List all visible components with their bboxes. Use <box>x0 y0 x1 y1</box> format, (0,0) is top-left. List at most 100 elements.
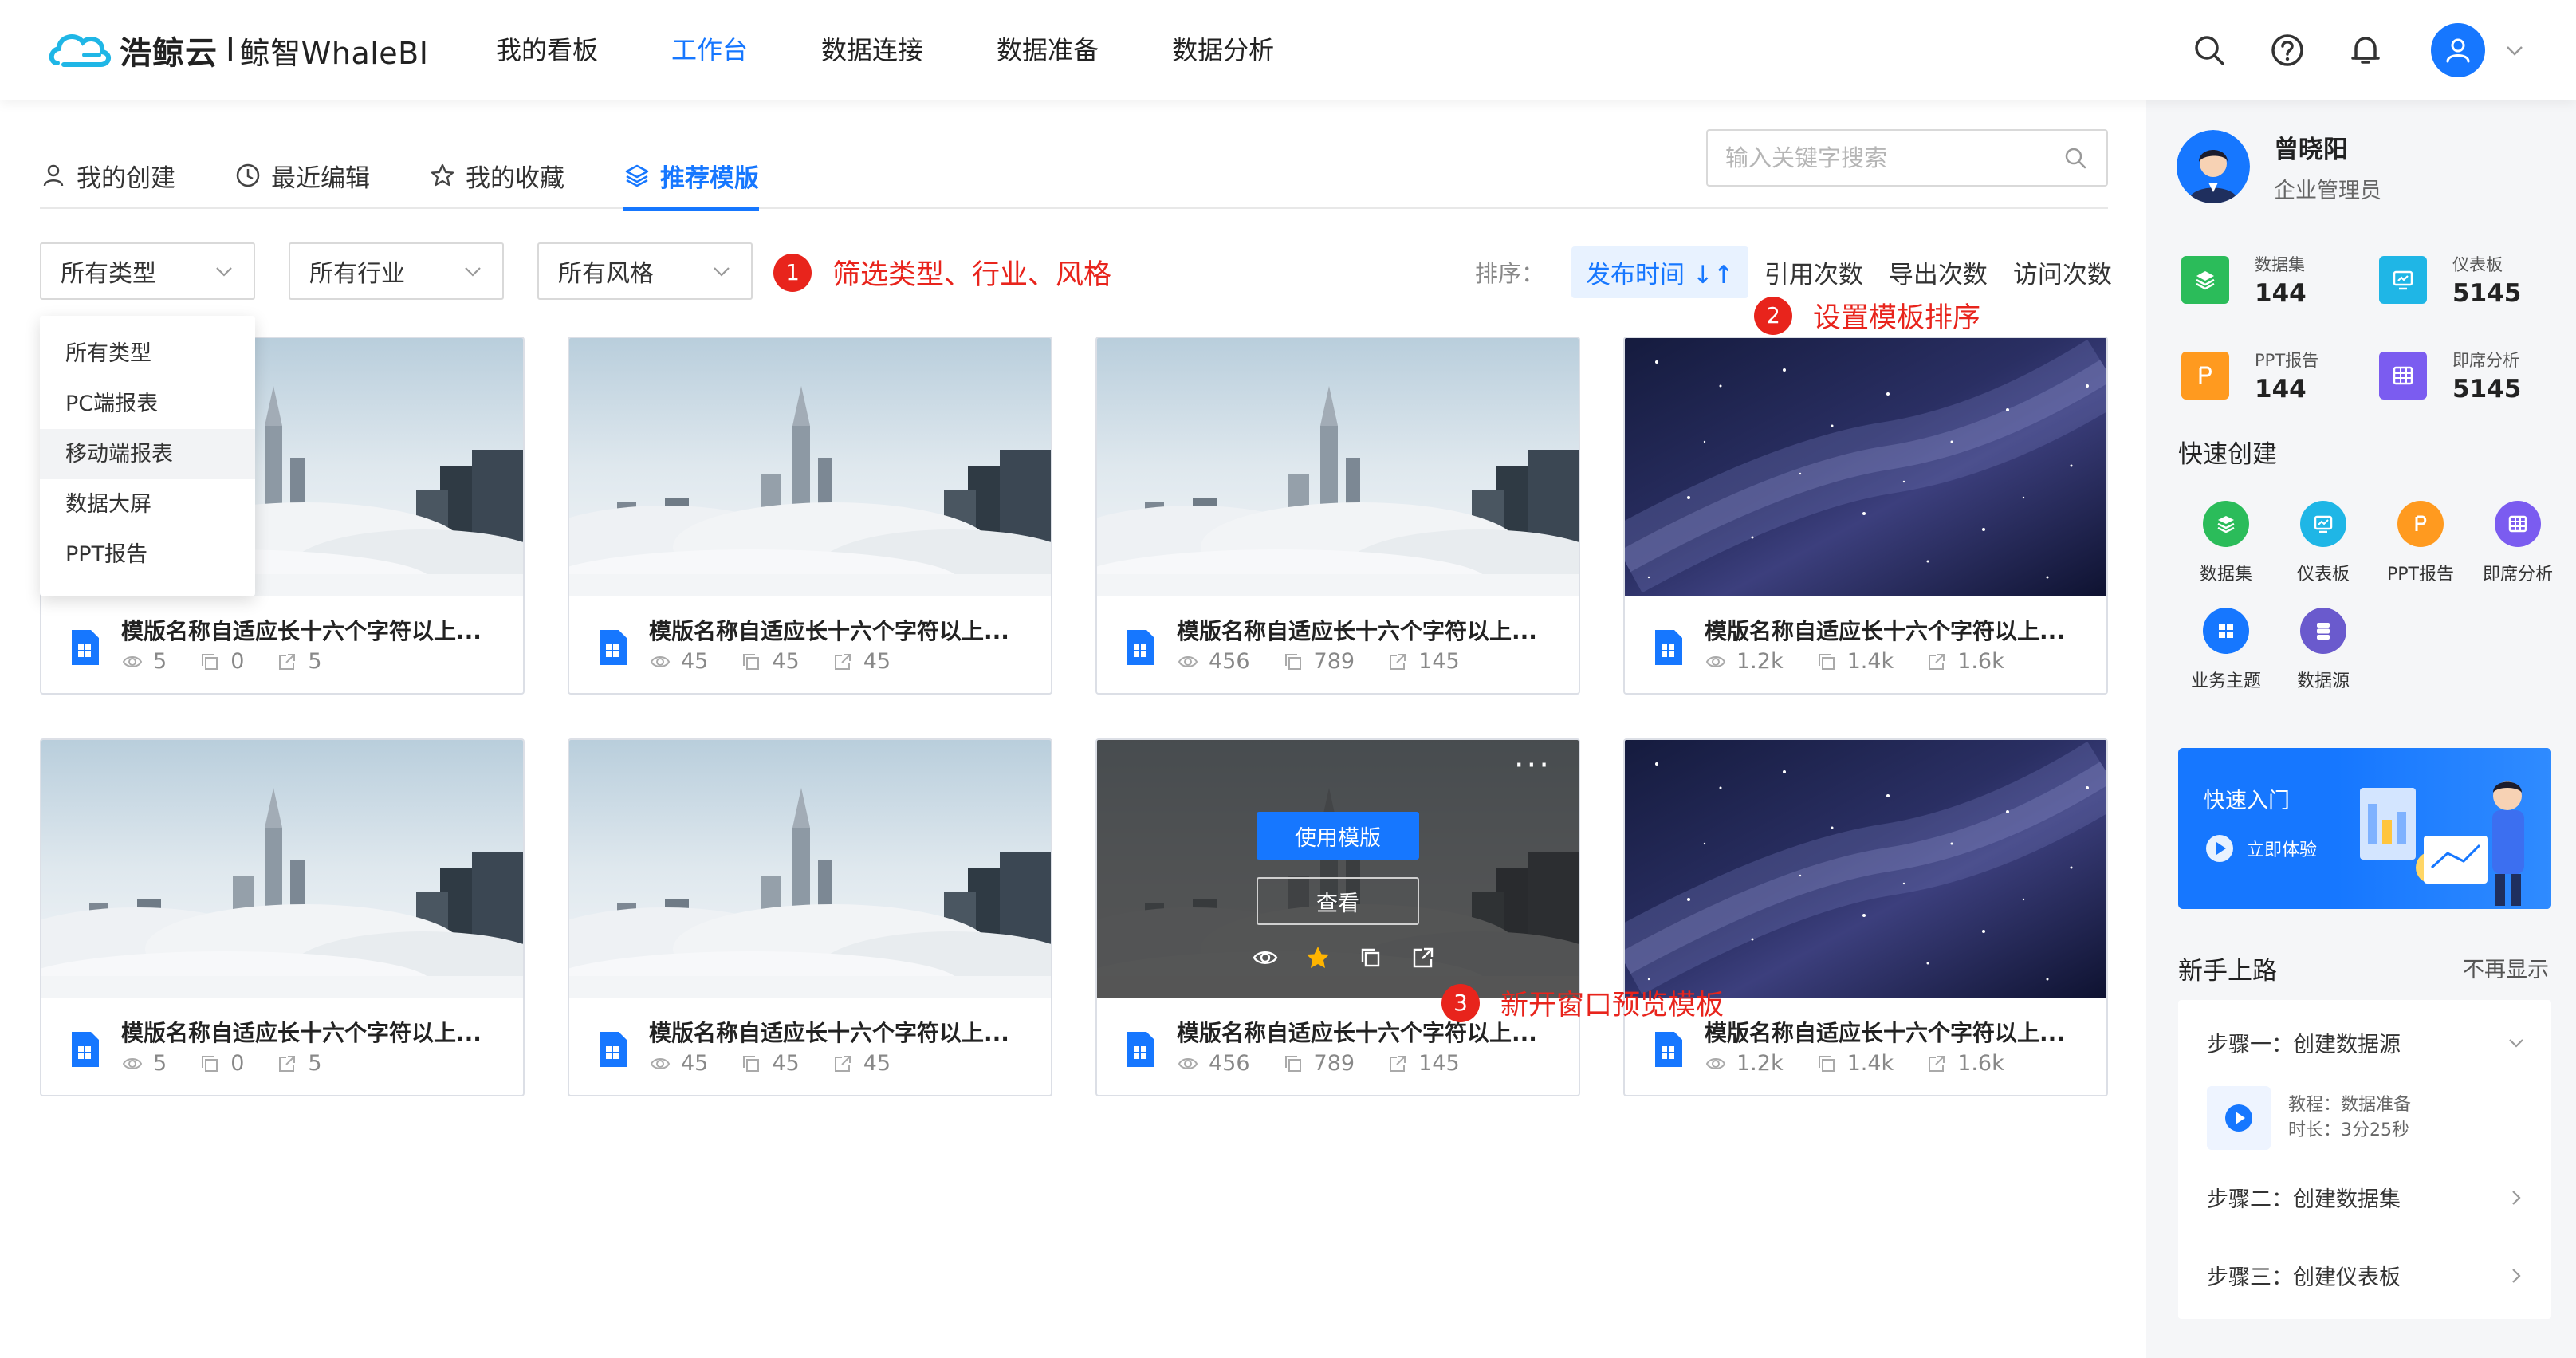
template-title[interactable]: 模版名称自适应长十六个字符以上... <box>1705 614 2065 646</box>
stat-ppt[interactable]: PPT报告 144 <box>2181 340 2365 411</box>
share-icon[interactable] <box>1410 944 1437 971</box>
quick-create-dashboard[interactable]: 仪表板 <box>2275 501 2371 596</box>
help-icon[interactable] <box>2268 31 2307 69</box>
view-template-button[interactable]: 查看 <box>1257 877 1419 925</box>
dropdown-option-bigscreen[interactable]: 数据大屏 <box>40 479 255 529</box>
template-card[interactable]: 模版名称自适应长十六个字符以上... 45 45 45 <box>568 738 1052 1096</box>
banner-cta[interactable]: 立即体验 <box>2204 833 2317 864</box>
brand-logo[interactable]: 浩鲸云 I 鲸智WhaleBI <box>48 24 428 77</box>
sort-export-count[interactable]: 导出次数 <box>1889 254 1988 290</box>
type-dropdown-menu: 所有类型 PC端报表 移动端报表 数据大屏 PPT报告 <box>40 316 255 596</box>
guide-step-1[interactable]: 步骤一：创建数据源 <box>2207 1027 2526 1058</box>
copy-count-value: 1.4k <box>1846 1051 1894 1076</box>
template-thumbnail[interactable] <box>1625 740 2106 998</box>
template-thumbnail[interactable] <box>569 338 1051 596</box>
template-thumbnail[interactable] <box>41 740 523 998</box>
export-count-value: 5 <box>308 1051 322 1076</box>
tab-label: 最近编辑 <box>271 163 370 193</box>
industry-select[interactable]: 所有行业 <box>289 242 504 300</box>
quick-create-adhoc[interactable]: 即席分析 <box>2470 501 2566 596</box>
nav-my-dashboard[interactable]: 我的看板 <box>496 0 598 100</box>
report-file-icon <box>1652 1030 1684 1069</box>
template-thumbnail[interactable] <box>1097 338 1579 596</box>
tutorial-item[interactable]: 教程：数据准备 时长：3分25秒 <box>2207 1084 2526 1151</box>
eye-icon[interactable] <box>1252 944 1279 971</box>
nav-data-analysis[interactable]: 数据分析 <box>1172 0 1274 100</box>
tab-recent-edits[interactable]: 最近编辑 <box>234 142 370 209</box>
export-count-value: 145 <box>1418 649 1460 674</box>
template-thumbnail[interactable] <box>569 740 1051 998</box>
header-actions <box>2150 21 2525 80</box>
view-count: 456 <box>1177 1051 1250 1076</box>
template-thumbnail[interactable] <box>1625 338 2106 596</box>
export-count: 145 <box>1386 1051 1460 1076</box>
search-input[interactable] <box>1725 144 2062 171</box>
template-title[interactable]: 模版名称自适应长十六个字符以上... <box>121 614 482 646</box>
nav-workbench[interactable]: 工作台 <box>671 0 748 100</box>
quick-create-business-topic[interactable]: 业务主题 <box>2178 608 2274 703</box>
template-info: 模版名称自适应长十六个字符以上... 5 0 5 <box>41 1000 523 1095</box>
stat-dataset[interactable]: 数据集 144 <box>2181 244 2365 316</box>
template-title[interactable]: 模版名称自适应长十六个字符以上... <box>121 1016 482 1048</box>
style-select[interactable]: 所有风格 <box>537 242 753 300</box>
view-count: 1.2k <box>1705 1051 1784 1076</box>
template-card[interactable]: 模版名称自适应长十六个字符以上... 45 45 45 <box>568 337 1052 695</box>
nav-data-preparation[interactable]: 数据准备 <box>997 0 1099 100</box>
template-card[interactable]: 模版名称自适应长十六个字符以上... 1.2k 1.4k 1.6k <box>1623 738 2108 1096</box>
annotation-filter: 1 筛选类型、行业、风格 <box>773 252 1111 293</box>
export-count: 1.6k <box>1925 649 2004 674</box>
view-count-value: 456 <box>1209 649 1250 674</box>
template-card[interactable]: 模版名称自适应长十六个字符以上... 5 0 5 <box>40 738 525 1096</box>
dropdown-option-ppt[interactable]: PPT报告 <box>40 529 255 580</box>
star-icon[interactable] <box>1304 944 1331 971</box>
sort-publish-time[interactable]: 发布时间 ↓↑ <box>1571 246 1748 298</box>
dropdown-option-pc[interactable]: PC端报表 <box>40 379 255 429</box>
quick-create-dataset[interactable]: 数据集 <box>2178 501 2274 596</box>
view-count: 456 <box>1177 649 1250 674</box>
view-count: 5 <box>121 649 167 674</box>
guide-hide-link[interactable]: 不再显示 <box>2463 952 2549 983</box>
template-title[interactable]: 模版名称自适应长十六个字符以上... <box>1705 1016 2065 1048</box>
quick-create-datasource[interactable]: 数据源 <box>2275 608 2371 703</box>
stat-value: 5145 <box>2452 375 2522 403</box>
copy-count-value: 0 <box>230 649 245 674</box>
sort-visit-count[interactable]: 访问次数 <box>2013 254 2112 290</box>
nav-data-connection[interactable]: 数据连接 <box>821 0 923 100</box>
use-template-button[interactable]: 使用模版 <box>1257 812 1419 860</box>
guide-step-3[interactable]: 步骤三：创建仪表板 <box>2207 1260 2526 1291</box>
tab-my-creations[interactable]: 我的创建 <box>40 142 175 209</box>
template-title[interactable]: 模版名称自适应长十六个字符以上... <box>1177 614 1537 646</box>
tab-my-favorites[interactable]: 我的收藏 <box>429 142 564 209</box>
export-icon <box>832 1053 863 1075</box>
tab-label: 推荐模版 <box>660 163 759 193</box>
tab-recommended-templates[interactable]: 推荐模版 <box>623 142 759 211</box>
step-label: 步骤二：创建数据集 <box>2207 1187 2401 1212</box>
dropdown-option-all[interactable]: 所有类型 <box>40 329 255 379</box>
template-card[interactable]: ··· 使用模版 查看 模版名称自适应长十六个字符以上... 456 789 145 <box>1095 738 1580 1096</box>
sort-reference-count[interactable]: 引用次数 <box>1764 254 1863 290</box>
chevron-down-icon[interactable] <box>2504 40 2525 61</box>
bell-icon[interactable] <box>2346 31 2385 69</box>
template-card[interactable]: 模版名称自适应长十六个字符以上... 1.2k 1.4k 1.6k <box>1623 337 2108 695</box>
stat-label: 即席分析 <box>2452 351 2519 370</box>
dropdown-option-mobile[interactable]: 移动端报表 <box>40 429 255 479</box>
type-select[interactable]: 所有类型 <box>40 242 255 300</box>
search-icon[interactable] <box>2190 31 2228 69</box>
template-stats: 1.2k 1.4k 1.6k <box>1705 1051 2036 1076</box>
template-title[interactable]: 模版名称自适应长十六个字符以上... <box>649 1016 1009 1048</box>
quick-create-ppt[interactable]: PPT报告 <box>2373 501 2468 596</box>
template-title[interactable]: 模版名称自适应长十六个字符以上... <box>649 614 1009 646</box>
guide-step-2[interactable]: 步骤二：创建数据集 <box>2207 1182 2526 1213</box>
search-icon[interactable] <box>2062 144 2089 171</box>
avatar[interactable] <box>2177 130 2250 203</box>
annotation-preview: 3 新开窗口预览模板 <box>1441 982 1724 1023</box>
template-card[interactable]: 模版名称自适应长十六个字符以上... 456 789 145 <box>1095 337 1580 695</box>
quick-start-banner[interactable]: 快速入门 立即体验 <box>2178 748 2551 909</box>
stat-dashboard[interactable]: 仪表板 5145 <box>2379 244 2562 316</box>
more-icon[interactable]: ··· <box>1514 750 1551 781</box>
copy-icon[interactable] <box>1357 944 1384 971</box>
stat-adhoc-analysis[interactable]: 即席分析 5145 <box>2379 340 2562 411</box>
view-count-value: 1.2k <box>1736 649 1784 674</box>
user-avatar-button[interactable] <box>2431 23 2485 77</box>
template-thumbnail[interactable]: ··· 使用模版查看 <box>1097 740 1579 998</box>
